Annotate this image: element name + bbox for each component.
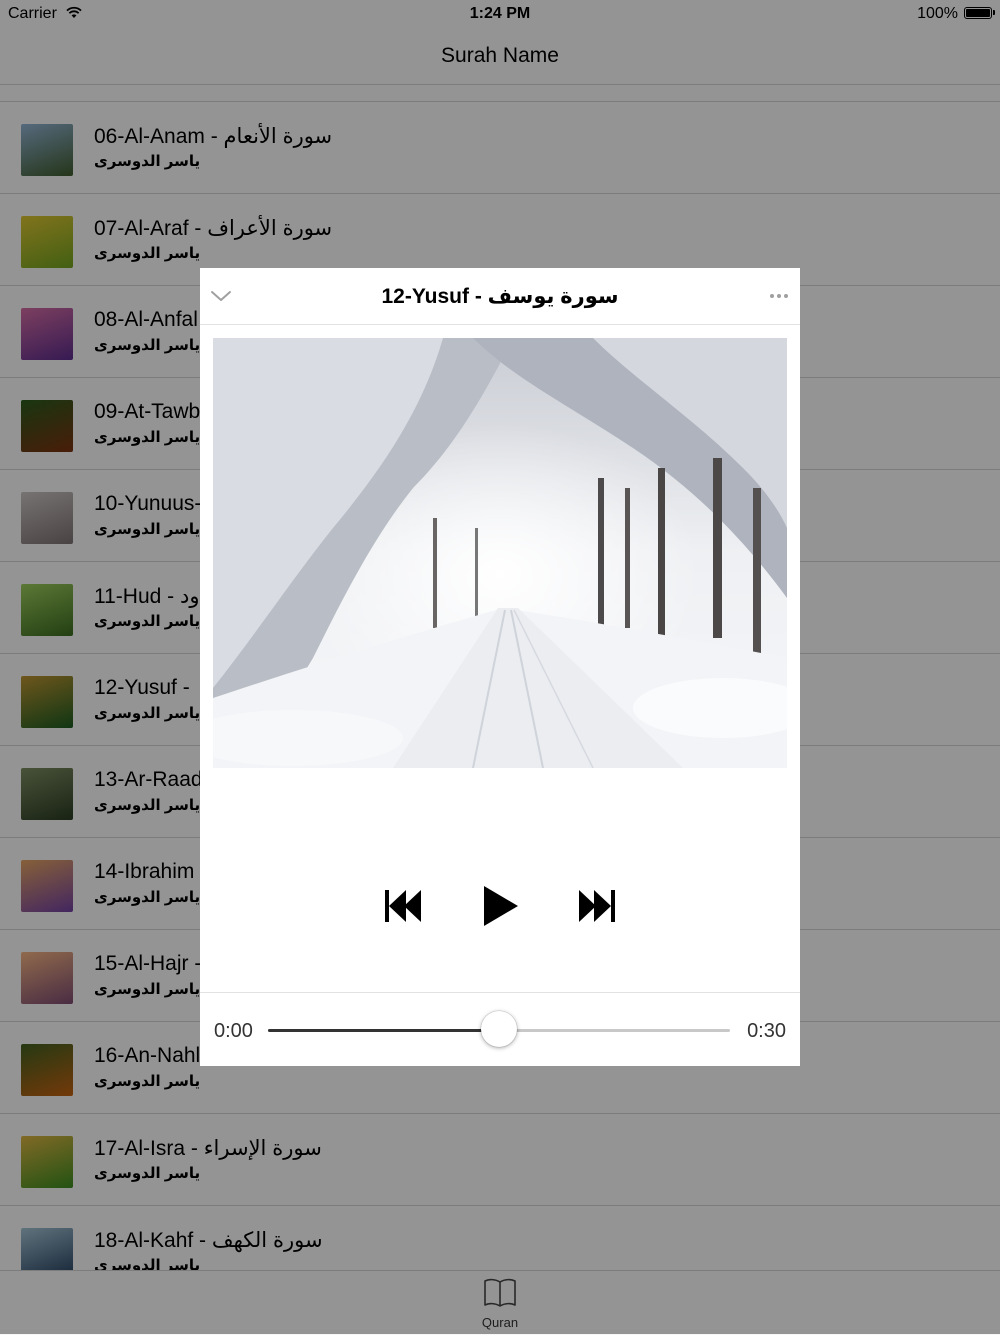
player-header: 12-Yusuf - سورة يوسف [200, 268, 800, 325]
chevron-down-icon[interactable] [208, 284, 234, 308]
playback-controls [200, 878, 800, 934]
skip-forward-icon[interactable] [568, 878, 624, 934]
progress-knob[interactable] [481, 1011, 517, 1047]
skip-back-icon[interactable] [376, 878, 432, 934]
elapsed-time: 0:00 [214, 1020, 253, 1042]
player-popup: 12-Yusuf - سورة يوسف 0:00 0:30 [200, 268, 800, 1066]
play-icon[interactable] [472, 878, 528, 934]
more-options-icon[interactable] [766, 286, 792, 306]
player-title: 12-Yusuf - سورة يوسف [381, 285, 619, 308]
total-time: 0:30 [747, 1020, 786, 1042]
progress-slider[interactable] [268, 1011, 730, 1047]
progress-fill [268, 1029, 499, 1032]
progress-area: 0:00 0:30 [200, 992, 800, 1067]
album-artwork-image [213, 338, 787, 768]
